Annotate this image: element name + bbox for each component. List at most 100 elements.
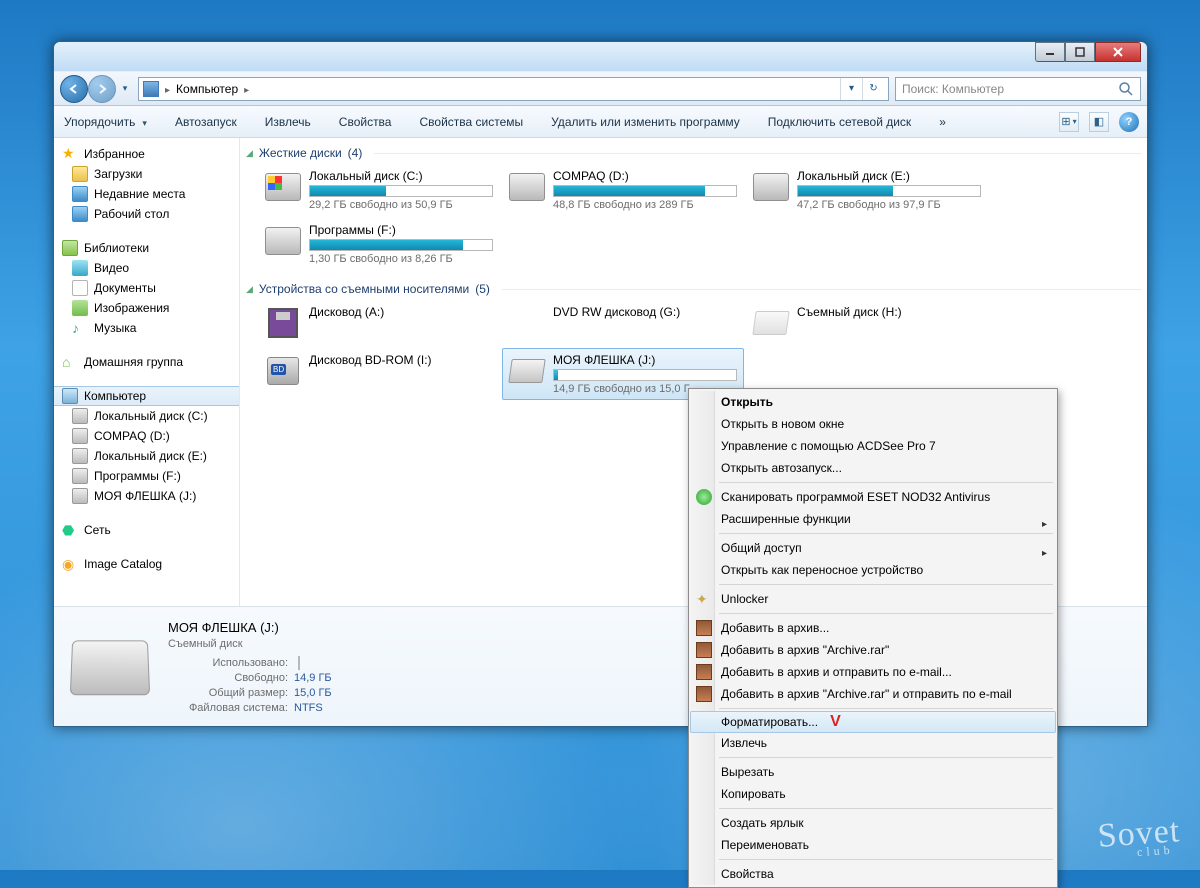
- sidebar-item-documents[interactable]: Документы: [54, 278, 239, 298]
- sidebar: ★Избранное Загрузки Недавние места Рабоч…: [54, 138, 240, 606]
- eject-button[interactable]: Извлечь: [263, 112, 313, 132]
- toolbar-overflow-button[interactable]: »: [937, 112, 948, 132]
- drive-f[interactable]: Программы (F:) 1,30 ГБ свободно из 8,26 …: [258, 218, 500, 270]
- video-icon: [72, 260, 88, 276]
- ctx-add-email[interactable]: Добавить в архив и отправить по e-mail..…: [691, 661, 1055, 683]
- history-dropdown-icon[interactable]: ▾: [118, 83, 132, 94]
- help-button[interactable]: ?: [1119, 112, 1139, 132]
- back-button[interactable]: [60, 75, 88, 103]
- ctx-rename[interactable]: Переименовать: [691, 834, 1055, 856]
- ctx-copy[interactable]: Копировать: [691, 783, 1055, 805]
- drive-sublabel: 48,8 ГБ свободно из 289 ГБ: [553, 199, 737, 211]
- navigation-bar: ▾ Компьютер ▾ ↻ Поиск: Компьютер: [54, 72, 1147, 106]
- ctx-acdsee[interactable]: Управление с помощью ACDSee Pro 7: [691, 435, 1055, 457]
- sidebar-item-video[interactable]: Видео: [54, 258, 239, 278]
- breadcrumb-separator-icon: [163, 82, 172, 96]
- ctx-format[interactable]: Форматировать...V: [690, 711, 1056, 733]
- properties-button[interactable]: Свойства: [337, 112, 394, 132]
- sidebar-item-drive-d[interactable]: COMPAQ (D:): [54, 426, 239, 446]
- sidebar-item-music[interactable]: ♪Музыка: [54, 318, 239, 338]
- key-icon: ✦: [696, 591, 712, 607]
- ctx-add-archive-rar[interactable]: Добавить в архив "Archive.rar": [691, 639, 1055, 661]
- network-icon: ⬣: [62, 522, 78, 538]
- ctx-advanced[interactable]: Расширенные функции: [691, 508, 1055, 530]
- drive-label: COMPAQ (D:): [553, 169, 737, 183]
- sidebar-item-drive-e[interactable]: Локальный диск (E:): [54, 446, 239, 466]
- ctx-add-archive[interactable]: Добавить в архив...: [691, 617, 1055, 639]
- details-fs-value: NTFS: [294, 702, 323, 714]
- ctx-unlocker[interactable]: ✦Unlocker: [691, 588, 1055, 610]
- sidebar-computer[interactable]: Компьютер: [54, 386, 239, 406]
- search-input[interactable]: Поиск: Компьютер: [895, 77, 1141, 101]
- drive-e[interactable]: Локальный диск (E:) 47,2 ГБ свободно из …: [746, 164, 988, 216]
- drive-h[interactable]: Съемный диск (H:): [746, 300, 988, 346]
- organize-button[interactable]: Упорядочить: [62, 112, 149, 132]
- sidebar-network[interactable]: ⬣Сеть: [54, 520, 239, 540]
- address-dropdown-icon[interactable]: ▾: [840, 78, 862, 100]
- breadcrumb[interactable]: Компьютер: [172, 82, 242, 96]
- folder-icon: [72, 166, 88, 182]
- hdd-icon: [509, 169, 545, 205]
- forward-button[interactable]: [88, 75, 116, 103]
- drive-a[interactable]: Дисковод (A:): [258, 300, 500, 346]
- ctx-shortcut[interactable]: Создать ярлык: [691, 812, 1055, 834]
- ctx-properties[interactable]: Свойства: [691, 863, 1055, 885]
- ctx-eject[interactable]: Извлечь: [691, 732, 1055, 754]
- view-options-button[interactable]: ⊞▾: [1059, 112, 1079, 132]
- hdd-icon: [265, 169, 301, 205]
- group-header-removable[interactable]: ◢ Устройства со съемными носителями (5): [242, 276, 1147, 298]
- ctx-open-new-window[interactable]: Открыть в новом окне: [691, 413, 1055, 435]
- refresh-button[interactable]: ↻: [862, 78, 884, 100]
- drive-i[interactable]: Дисковод BD-ROM (I:): [258, 348, 500, 400]
- details-size-value: 15,0 ГБ: [294, 687, 332, 699]
- sidebar-item-drive-j[interactable]: МОЯ ФЛЕШКА (J:): [54, 486, 239, 506]
- ctx-share[interactable]: Общий доступ: [691, 537, 1055, 559]
- document-icon: [72, 280, 88, 296]
- sidebar-item-downloads[interactable]: Загрузки: [54, 164, 239, 184]
- autoplay-button[interactable]: Автозапуск: [173, 112, 239, 132]
- music-icon: ♪: [72, 320, 88, 336]
- toolbar: Упорядочить Автозапуск Извлечь Свойства …: [54, 106, 1147, 138]
- details-free-label: Свободно:: [168, 672, 288, 684]
- ctx-open[interactable]: Открыть: [691, 391, 1055, 413]
- hdd-icon: [72, 428, 88, 444]
- sidebar-item-drive-c[interactable]: Локальный диск (C:): [54, 406, 239, 426]
- close-button[interactable]: [1095, 42, 1141, 62]
- sidebar-homegroup[interactable]: ⌂Домашняя группа: [54, 352, 239, 372]
- drive-sublabel: 47,2 ГБ свободно из 97,9 ГБ: [797, 199, 981, 211]
- sidebar-item-recent[interactable]: Недавние места: [54, 184, 239, 204]
- sidebar-image-catalog[interactable]: ◉Image Catalog: [54, 554, 239, 574]
- group-header-hard-drives[interactable]: ◢ Жесткие диски (4): [242, 140, 1147, 162]
- ctx-eset-scan[interactable]: Сканировать программой ESET NOD32 Antivi…: [691, 486, 1055, 508]
- drive-g[interactable]: DVD RW дисковод (G:): [502, 300, 744, 346]
- drive-c[interactable]: Локальный диск (C:) 29,2 ГБ свободно из …: [258, 164, 500, 216]
- drive-label: Дисковод (A:): [309, 305, 493, 319]
- sidebar-libraries[interactable]: Библиотеки: [54, 238, 239, 258]
- sidebar-item-desktop[interactable]: Рабочий стол: [54, 204, 239, 224]
- preview-pane-button[interactable]: ◧: [1089, 112, 1109, 132]
- hdd-icon: [753, 169, 789, 205]
- maximize-button[interactable]: [1065, 42, 1095, 62]
- sidebar-item-pictures[interactable]: Изображения: [54, 298, 239, 318]
- address-bar[interactable]: Компьютер ▾ ↻: [138, 77, 889, 101]
- ctx-add-rar-email[interactable]: Добавить в архив "Archive.rar" и отправи…: [691, 683, 1055, 705]
- winrar-icon: [696, 620, 712, 636]
- floppy-icon: [265, 305, 301, 341]
- sidebar-favorites[interactable]: ★Избранное: [54, 144, 239, 164]
- sidebar-item-drive-f[interactable]: Программы (F:): [54, 466, 239, 486]
- drive-sublabel: 29,2 ГБ свободно из 50,9 ГБ: [309, 199, 493, 211]
- ctx-portable[interactable]: Открыть как переносное устройство: [691, 559, 1055, 581]
- ctx-autoplay[interactable]: Открыть автозапуск...: [691, 457, 1055, 479]
- red-check-annotation: V: [830, 713, 841, 731]
- system-properties-button[interactable]: Свойства системы: [417, 112, 525, 132]
- winrar-icon: [696, 642, 712, 658]
- recent-icon: [72, 186, 88, 202]
- ctx-cut[interactable]: Вырезать: [691, 761, 1055, 783]
- uninstall-button[interactable]: Удалить или изменить программу: [549, 112, 742, 132]
- search-icon: [1118, 81, 1134, 97]
- map-network-drive-button[interactable]: Подключить сетевой диск: [766, 112, 913, 132]
- capacity-bar: [553, 369, 737, 381]
- minimize-button[interactable]: [1035, 42, 1065, 62]
- nav-arrows: ▾: [60, 75, 132, 103]
- drive-d[interactable]: COMPAQ (D:) 48,8 ГБ свободно из 289 ГБ: [502, 164, 744, 216]
